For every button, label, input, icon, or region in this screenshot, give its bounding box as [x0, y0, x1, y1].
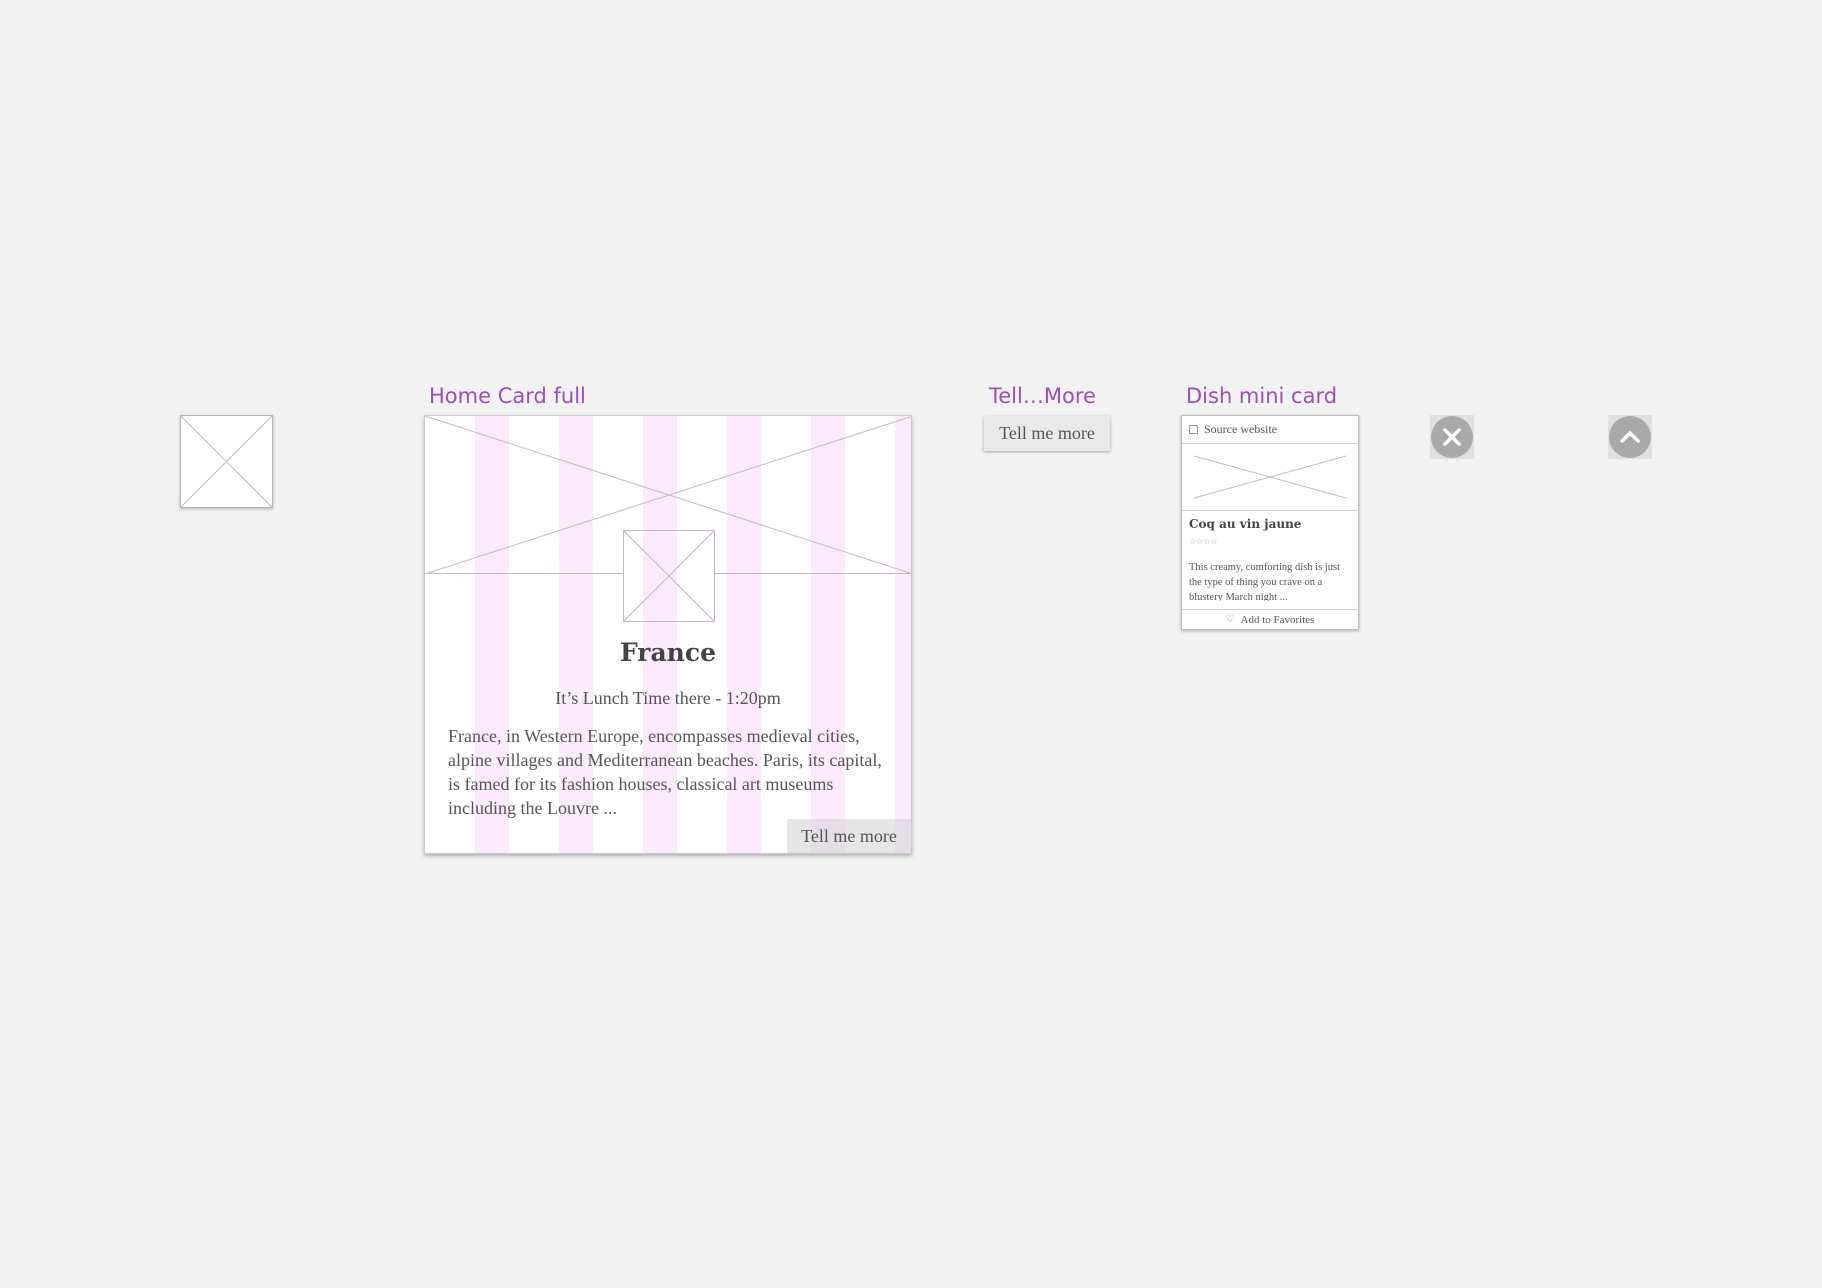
image-placeholder — [180, 415, 273, 508]
tell-me-more-button[interactable]: Tell me more — [787, 819, 911, 853]
source-website-row: Source website — [1182, 416, 1358, 444]
heart-icon: ♡ — [1225, 614, 1235, 625]
artboard-label-tell-more: Tell…More — [989, 384, 1096, 408]
design-canvas: Home Card full France It’s Lunch Time th… — [0, 0, 1822, 1288]
dish-mini-card: Source website Coq au vin jaune ☆☆☆☆ Thi… — [1181, 415, 1359, 630]
local-time-text: It’s Lunch Time there - 1:20pm — [555, 688, 781, 708]
placeholder-cross-icon — [624, 531, 714, 621]
dish-name: Coq au vin jaune — [1189, 517, 1302, 531]
add-to-favorites-button[interactable]: ♡ Add to Favorites — [1182, 609, 1358, 629]
star-rating[interactable]: ☆☆☆☆ — [1189, 537, 1218, 546]
placeholder-cross-icon — [181, 416, 272, 507]
source-checkbox[interactable] — [1189, 425, 1198, 434]
artboard-label-home-card: Home Card full — [429, 384, 586, 408]
home-card-full: France It’s Lunch Time there - 1:20pm Fr… — [424, 415, 912, 854]
chevron-up-icon — [1620, 431, 1640, 443]
country-title: France — [620, 638, 716, 667]
country-description: France, in Western Europe, encompasses m… — [448, 726, 882, 818]
add-to-favorites-label: Add to Favorites — [1240, 613, 1315, 626]
close-icon — [1443, 428, 1461, 446]
source-website-label: Source website — [1204, 422, 1277, 436]
close-button[interactable] — [1430, 415, 1474, 459]
artboard-label-dish-card: Dish mini card — [1186, 384, 1338, 408]
tell-me-more-button-component[interactable]: Tell me more — [984, 416, 1110, 451]
dish-description: This creamy, comforting dish is just the… — [1189, 562, 1340, 601]
flag-image-placeholder — [623, 530, 715, 622]
dish-image-placeholder — [1182, 455, 1358, 511]
scroll-up-button[interactable] — [1608, 415, 1652, 459]
